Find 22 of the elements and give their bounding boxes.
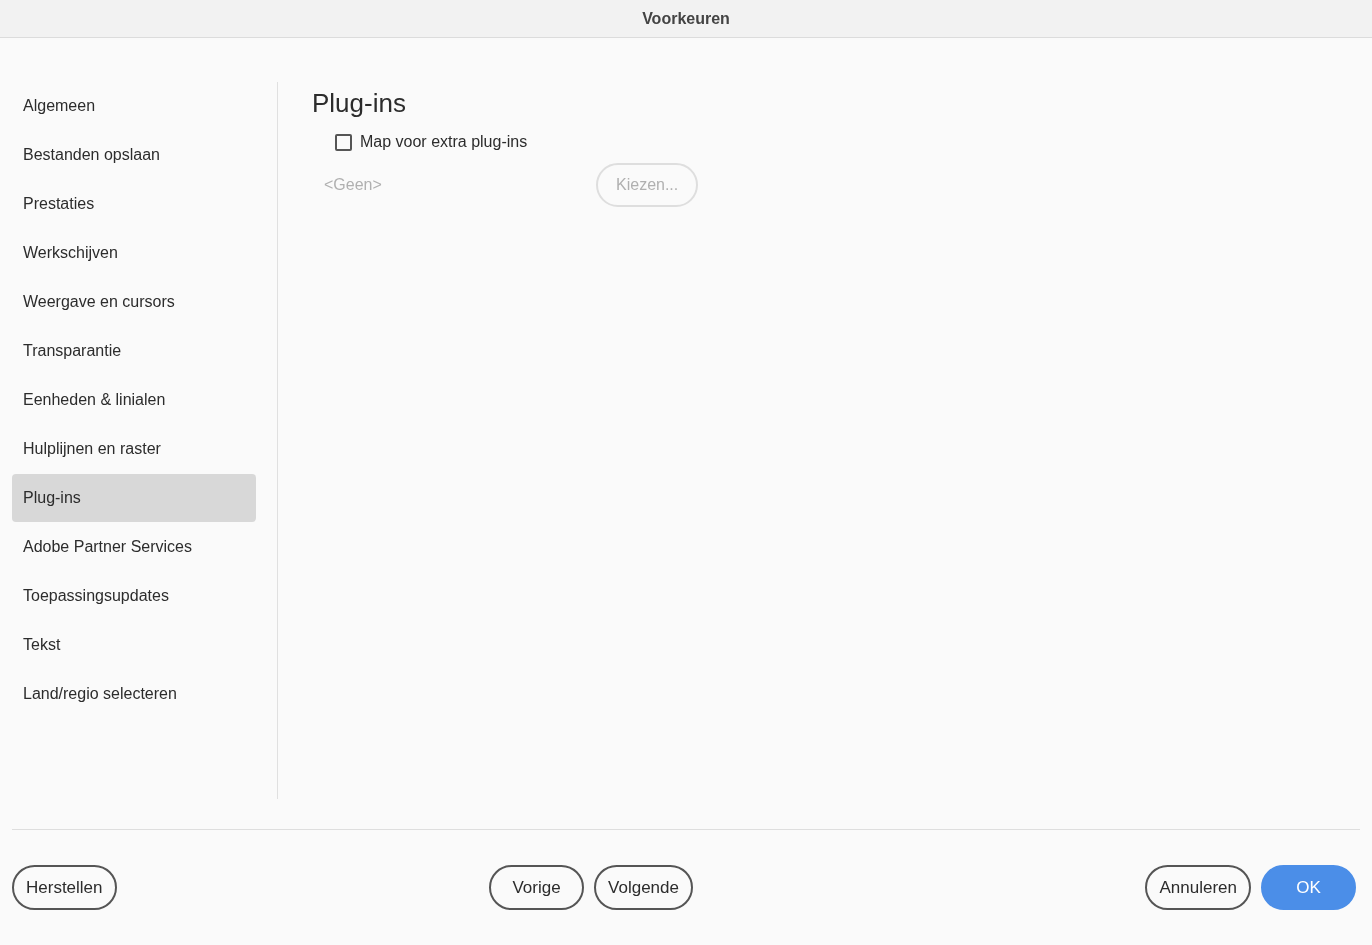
sidebar-item[interactable]: Werkschijven xyxy=(12,229,256,277)
sidebar-item[interactable]: Hulplijnen en raster xyxy=(12,425,256,473)
sidebar-item[interactable]: Eenheden & linialen xyxy=(12,376,256,424)
sidebar-item[interactable]: Toepassingsupdates xyxy=(12,572,256,620)
sidebar-item[interactable]: Adobe Partner Services xyxy=(12,523,256,571)
sidebar-item[interactable]: Transparantie xyxy=(12,327,256,375)
sidebar-item[interactable]: Plug-ins xyxy=(12,474,256,522)
sidebar-item[interactable]: Bestanden opslaan xyxy=(12,131,256,179)
dialog-button[interactable]: Vorige xyxy=(489,865,585,910)
section-heading: Plug-ins xyxy=(312,88,407,119)
sidebar-item[interactable]: Weergave en cursors xyxy=(12,278,256,326)
sidebar-item[interactable]: Prestaties xyxy=(12,180,256,228)
window-title: Voorkeuren xyxy=(642,9,730,28)
dialog-button[interactable]: Herstellen xyxy=(12,865,117,910)
dialog-button[interactable]: Volgende xyxy=(594,865,693,910)
checkbox[interactable] xyxy=(335,133,352,151)
sidebar-item[interactable]: Tekst xyxy=(12,621,256,669)
sidebar-item[interactable]: Land/regio selecteren xyxy=(12,670,256,718)
checkbox-label: Map voor extra plug-ins xyxy=(360,133,528,151)
dialog-button[interactable]: Annuleren xyxy=(1145,865,1251,910)
sidebar-item[interactable]: Algemeen xyxy=(12,82,256,130)
folder-path: <Geen> xyxy=(324,176,383,194)
